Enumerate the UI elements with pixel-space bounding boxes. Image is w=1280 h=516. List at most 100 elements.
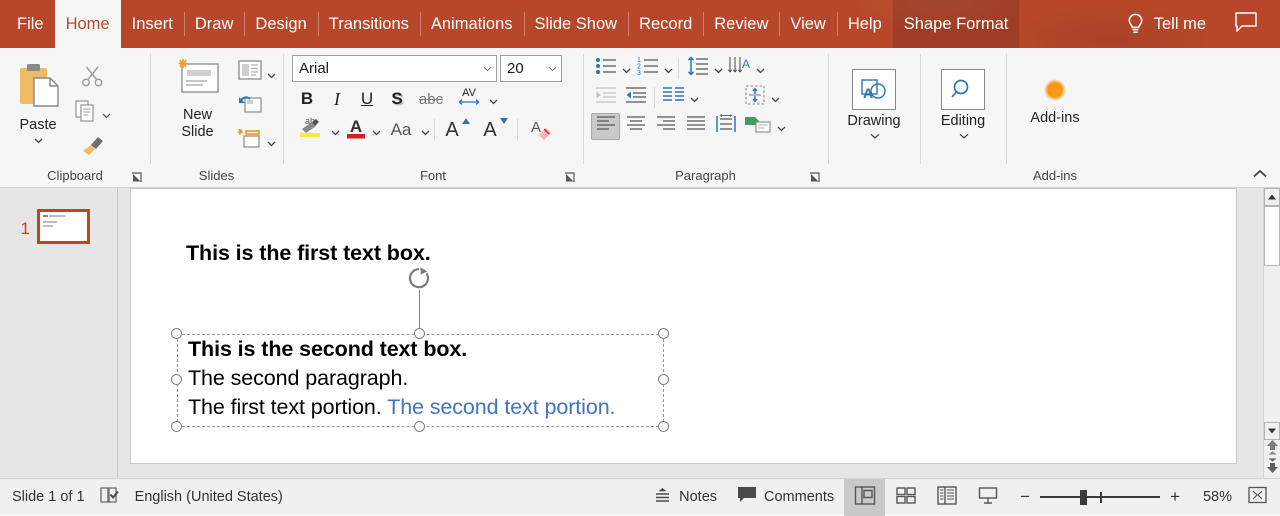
decrease-indent-button[interactable] bbox=[591, 84, 620, 111]
underline-button[interactable]: U bbox=[352, 85, 382, 113]
tab-shape-format[interactable]: Shape Format bbox=[892, 0, 1020, 48]
zoom-level-label[interactable]: 58% bbox=[1190, 489, 1232, 505]
chevron-down-icon[interactable] bbox=[770, 92, 781, 103]
drawing-button[interactable]: A Drawing bbox=[841, 66, 906, 143]
format-painter-button[interactable] bbox=[72, 131, 112, 163]
numbering-button[interactable]: 123 bbox=[633, 55, 662, 82]
tab-design[interactable]: Design bbox=[244, 0, 317, 48]
distributed-button[interactable] bbox=[711, 113, 740, 140]
chevron-down-icon[interactable] bbox=[958, 129, 969, 140]
chevron-down-icon[interactable] bbox=[689, 92, 700, 103]
chevron-down-icon[interactable] bbox=[713, 63, 724, 74]
addins-button[interactable]: Add-ins bbox=[1024, 66, 1085, 130]
resize-handle-top-center[interactable] bbox=[414, 328, 425, 339]
tab-record[interactable]: Record bbox=[628, 0, 703, 48]
chevron-down-icon[interactable] bbox=[488, 94, 499, 105]
editing-button[interactable]: Editing bbox=[935, 66, 991, 143]
character-spacing-button[interactable]: AV bbox=[450, 85, 488, 113]
resize-handle-middle-left[interactable] bbox=[171, 374, 182, 385]
increase-font-size-button[interactable]: A bbox=[438, 116, 476, 144]
chevron-down-icon[interactable] bbox=[266, 136, 277, 147]
text-direction-button[interactable]: A bbox=[725, 55, 754, 82]
zoom-in-button[interactable]: + bbox=[1170, 487, 1180, 507]
slide-count-label[interactable]: Slide 1 of 1 bbox=[12, 489, 85, 505]
rotate-handle[interactable] bbox=[406, 266, 432, 292]
thumbnail-item[interactable]: 1 bbox=[0, 206, 117, 244]
strikethrough-button[interactable]: abc bbox=[412, 85, 450, 113]
chevron-down-icon[interactable] bbox=[330, 125, 341, 136]
reset-button[interactable] bbox=[235, 91, 265, 123]
clear-formatting-button[interactable]: A bbox=[521, 116, 559, 144]
comments-button[interactable] bbox=[1220, 11, 1280, 38]
next-slide-button[interactable] bbox=[1264, 458, 1280, 478]
text-shadow-button[interactable]: S bbox=[382, 85, 412, 113]
font-name-combo[interactable]: Arial bbox=[292, 55, 497, 82]
zoom-out-button[interactable]: − bbox=[1020, 487, 1030, 507]
text-box-1[interactable]: This is the first text box. bbox=[186, 241, 431, 266]
tab-slide-show[interactable]: Slide Show bbox=[523, 0, 629, 48]
layout-button[interactable] bbox=[235, 57, 265, 89]
tell-me-button[interactable]: Tell me bbox=[1112, 13, 1220, 36]
language-label[interactable]: English (United States) bbox=[135, 489, 283, 505]
fit-to-window-button[interactable] bbox=[1244, 485, 1280, 509]
font-size-combo[interactable]: 20 bbox=[500, 55, 562, 82]
text-box-2[interactable]: This is the second text box. The second … bbox=[177, 334, 664, 427]
align-right-button[interactable] bbox=[651, 113, 680, 140]
chevron-down-icon[interactable] bbox=[371, 125, 382, 136]
resize-handle-bottom-right[interactable] bbox=[658, 421, 669, 432]
slide-sorter-button[interactable] bbox=[885, 479, 926, 516]
tab-draw[interactable]: Draw bbox=[183, 0, 245, 48]
resize-handle-bottom-center[interactable] bbox=[414, 421, 425, 432]
chevron-down-icon[interactable] bbox=[663, 63, 674, 74]
bold-button[interactable]: B bbox=[292, 85, 322, 113]
tab-home[interactable]: Home bbox=[54, 0, 121, 48]
clipboard-dialog-launcher[interactable] bbox=[130, 171, 144, 185]
chevron-down-icon[interactable] bbox=[101, 108, 112, 119]
chevron-down-icon[interactable] bbox=[755, 63, 766, 74]
tab-view[interactable]: View bbox=[779, 0, 836, 48]
tab-insert[interactable]: Insert bbox=[121, 0, 184, 48]
justify-button[interactable] bbox=[681, 113, 710, 140]
slide-thumbnail-1[interactable] bbox=[37, 209, 90, 244]
collapse-ribbon-button[interactable] bbox=[1250, 165, 1270, 183]
tab-animations[interactable]: Animations bbox=[419, 0, 524, 48]
zoom-slider[interactable] bbox=[1040, 489, 1161, 505]
italic-button[interactable]: I bbox=[322, 85, 352, 113]
text-highlight-button[interactable]: ab bbox=[292, 116, 330, 144]
chevron-down-icon[interactable] bbox=[33, 133, 44, 144]
zoom-slider-thumb[interactable] bbox=[1079, 489, 1087, 505]
vertical-scrollbar[interactable] bbox=[1263, 188, 1280, 478]
chevron-down-icon[interactable] bbox=[776, 121, 787, 132]
chevron-down-icon[interactable] bbox=[266, 68, 277, 79]
paste-button[interactable]: Paste bbox=[6, 59, 70, 163]
chevron-down-icon[interactable] bbox=[481, 62, 494, 75]
chevron-down-icon[interactable] bbox=[420, 125, 431, 136]
new-slide-button[interactable]: New Slide bbox=[160, 55, 235, 144]
slide-show-button[interactable] bbox=[967, 479, 1008, 516]
tab-review[interactable]: Review bbox=[703, 0, 779, 48]
comments-button[interactable]: Comments bbox=[727, 479, 844, 515]
resize-handle-top-right[interactable] bbox=[658, 328, 669, 339]
tab-help[interactable]: Help bbox=[836, 0, 893, 48]
font-dialog-launcher[interactable] bbox=[563, 171, 577, 185]
section-button[interactable] bbox=[235, 125, 265, 157]
chevron-down-icon[interactable] bbox=[869, 129, 880, 140]
resize-handle-top-left[interactable] bbox=[171, 328, 182, 339]
columns-button[interactable] bbox=[659, 84, 688, 111]
reading-view-button[interactable] bbox=[926, 479, 967, 516]
normal-view-button[interactable] bbox=[844, 478, 886, 516]
notes-button[interactable]: Notes bbox=[643, 479, 727, 515]
chevron-down-icon[interactable] bbox=[546, 62, 559, 75]
scroll-down-button[interactable] bbox=[1264, 422, 1280, 440]
convert-to-smartart-button[interactable] bbox=[741, 113, 775, 140]
align-center-button[interactable] bbox=[621, 113, 650, 140]
resize-handle-bottom-left[interactable] bbox=[171, 421, 182, 432]
scrollbar-thumb[interactable] bbox=[1264, 206, 1280, 266]
resize-handle-middle-right[interactable] bbox=[658, 374, 669, 385]
chevron-down-icon[interactable] bbox=[621, 63, 632, 74]
paragraph-dialog-launcher[interactable] bbox=[808, 171, 822, 185]
align-left-button[interactable] bbox=[591, 113, 620, 140]
accessibility-checker-icon[interactable] bbox=[99, 485, 121, 509]
scroll-up-button[interactable] bbox=[1264, 188, 1280, 206]
change-case-button[interactable]: Aa bbox=[382, 116, 420, 144]
